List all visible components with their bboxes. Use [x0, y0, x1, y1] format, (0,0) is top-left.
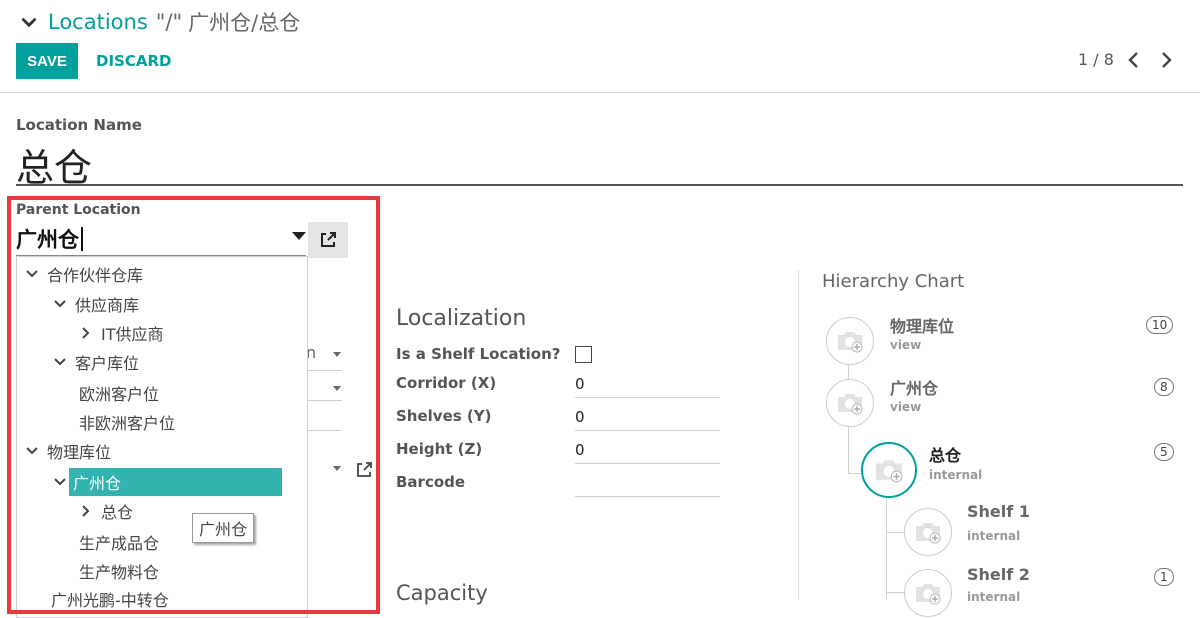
hierarchy-connector: [886, 496, 887, 600]
chevron-down-icon[interactable]: [16, 9, 42, 35]
hierarchy-connector: [848, 473, 862, 474]
hierarchy-node-count: 8: [1154, 378, 1174, 396]
hierarchy-chart-title: Hierarchy Chart: [822, 271, 965, 292]
hierarchy-node-name[interactable]: Shelf 1: [967, 502, 1030, 521]
discard-button[interactable]: DISCARD: [92, 43, 175, 79]
hierarchy-node-avatar-current[interactable]: [861, 442, 917, 498]
save-button[interactable]: SAVE: [16, 43, 78, 79]
hierarchy-connector: [848, 425, 849, 473]
hierarchy-node-avatar[interactable]: [826, 317, 874, 365]
camera-icon: [916, 523, 941, 544]
hierarchy-connector: [886, 592, 904, 593]
height-input[interactable]: 0: [575, 437, 720, 464]
camera-icon: [838, 394, 863, 415]
corridor-input[interactable]: 0: [575, 371, 720, 398]
shelves-label: Shelves (Y): [396, 407, 492, 425]
corridor-label: Corridor (X): [396, 374, 497, 392]
hierarchy-node-name[interactable]: 物理库位: [890, 313, 954, 337]
hierarchy-node-name-current: 总仓: [929, 446, 962, 465]
camera-icon: [876, 460, 903, 483]
hierarchy-node-type: internal: [967, 529, 1021, 543]
hierarchy-node-type: view: [890, 400, 922, 414]
breadcrumb-current: 广州仓/总仓: [188, 11, 301, 35]
hierarchy-node-type: view: [890, 338, 922, 352]
breadcrumb: Locations "/" 广州仓/总仓: [16, 8, 300, 36]
hierarchy-node-type: internal: [967, 590, 1021, 604]
breadcrumb-separator: "/": [155, 10, 183, 34]
annotation-highlight-box: [7, 196, 380, 614]
shelf-location-label: Is a Shelf Location?: [396, 345, 561, 363]
hierarchy-node-count: 1: [1154, 568, 1174, 586]
hierarchy-node-avatar[interactable]: [826, 379, 874, 427]
chevron-left-icon[interactable]: [1124, 48, 1144, 72]
hierarchy-node-name[interactable]: Shelf 2: [967, 565, 1030, 584]
shelves-input[interactable]: 0: [575, 404, 720, 431]
location-name-label: Location Name: [16, 116, 142, 134]
location-name-underline: [16, 184, 1183, 186]
hierarchy-node-avatar[interactable]: [904, 508, 952, 556]
hierarchy-node-count: 10: [1146, 316, 1174, 334]
pager-value: 1 / 8: [1078, 50, 1114, 69]
shelf-location-checkbox[interactable]: [575, 346, 592, 363]
hierarchy-connector: [886, 532, 904, 533]
capacity-title: Capacity: [396, 581, 488, 605]
camera-icon: [838, 332, 863, 353]
height-label: Height (Z): [396, 440, 483, 458]
barcode-input[interactable]: [575, 470, 720, 497]
section-divider: [798, 270, 799, 600]
barcode-label: Barcode: [396, 473, 466, 491]
chevron-right-icon[interactable]: [1156, 48, 1176, 72]
camera-icon: [916, 584, 941, 605]
header-divider: [0, 92, 1200, 93]
localization-title: Localization: [396, 306, 527, 331]
breadcrumb-link-locations[interactable]: Locations: [48, 10, 148, 34]
hierarchy-node-type: internal: [929, 468, 983, 482]
hierarchy-node-name[interactable]: 广州仓: [890, 375, 938, 399]
hierarchy-node-count: 5: [1154, 443, 1174, 461]
hierarchy-node-avatar[interactable]: [904, 569, 952, 617]
